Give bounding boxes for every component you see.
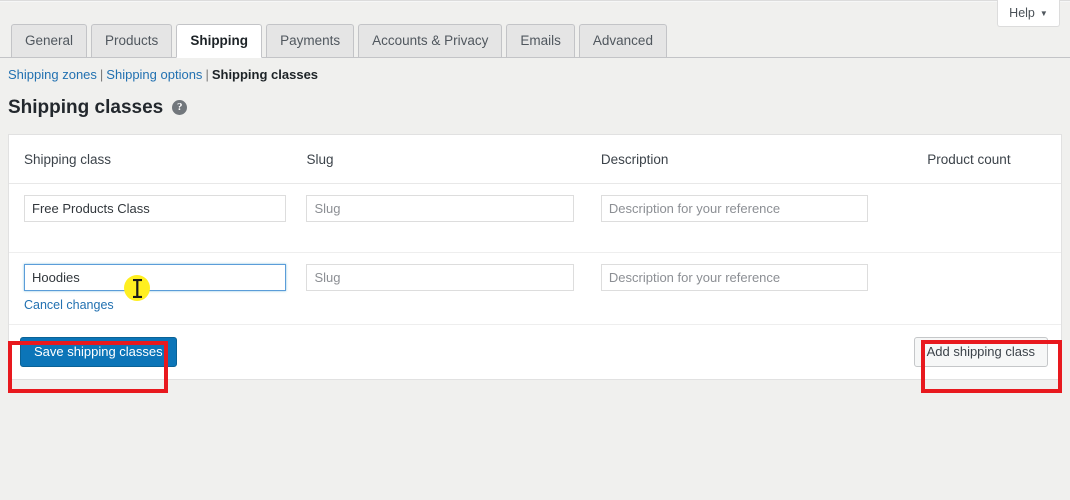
cell-product-count: [927, 184, 1061, 195]
table-row: [9, 184, 1061, 253]
tab-shipping[interactable]: Shipping: [176, 24, 263, 58]
cell-slug: [306, 184, 600, 222]
tab-emails[interactable]: Emails: [506, 24, 575, 57]
cell-description: [600, 253, 927, 291]
column-header-product-count: Product count: [927, 151, 1011, 167]
subnav-breadcrumb: Shipping zones | Shipping options | Shipping…: [8, 67, 318, 82]
settings-tab-bar: General Products Shipping Payments Accounts …: [0, 24, 1070, 58]
subnav-separator: |: [99, 67, 104, 82]
cancel-changes-link[interactable]: Cancel changes: [24, 298, 114, 312]
help-tab-label: Help: [1009, 6, 1035, 20]
subnav-link-shipping-zones[interactable]: Shipping zones: [8, 67, 97, 82]
top-border-strip: [0, 0, 1070, 2]
subnav-separator: |: [205, 67, 209, 82]
shipping-class-slug-input[interactable]: [306, 264, 575, 291]
add-shipping-class-button[interactable]: Add shipping class: [913, 337, 1048, 367]
help-tab[interactable]: Help ▼: [997, 0, 1060, 27]
subnav-link-shipping-classes: Shipping classes: [211, 67, 319, 82]
column-header-description: Description: [600, 151, 669, 167]
tab-payments[interactable]: Payments: [266, 24, 355, 57]
tab-products[interactable]: Products: [91, 24, 173, 57]
tab-general[interactable]: General: [11, 24, 88, 57]
page-header: Shipping classes ?: [8, 97, 188, 118]
shipping-class-description-input[interactable]: [600, 264, 868, 291]
shipping-class-name-input[interactable]: [24, 264, 286, 291]
subnav-link-shipping-options[interactable]: Shipping options: [106, 67, 202, 82]
cell-description: [600, 184, 927, 222]
table-row: Cancel changes: [9, 253, 1061, 325]
cell-shipping-class: Cancel changes: [9, 253, 306, 312]
shipping-classes-card: Shipping class Slug Description Product …: [8, 134, 1062, 380]
tab-advanced[interactable]: Advanced: [578, 24, 667, 57]
cell-shipping-class: [9, 184, 306, 222]
chevron-down-icon: ▼: [1039, 9, 1048, 18]
help-circle-icon[interactable]: ?: [172, 100, 188, 115]
page-title: Shipping classes: [8, 97, 164, 118]
shipping-class-name-input[interactable]: [24, 195, 286, 222]
cell-product-count: [927, 253, 1061, 264]
cell-slug: [306, 253, 600, 291]
column-header-shipping-class: Shipping class: [24, 151, 112, 167]
save-shipping-classes-button[interactable]: Save shipping classes: [20, 337, 177, 367]
column-header-slug: Slug: [306, 151, 334, 167]
table-action-row: Save shipping classes Add shipping class: [9, 325, 1061, 379]
tab-accounts-privacy[interactable]: Accounts & Privacy: [358, 24, 503, 57]
shipping-class-slug-input[interactable]: [306, 195, 575, 222]
shipping-class-description-input[interactable]: [600, 195, 868, 222]
table-header-row: Shipping class Slug Description Product …: [9, 135, 1061, 184]
